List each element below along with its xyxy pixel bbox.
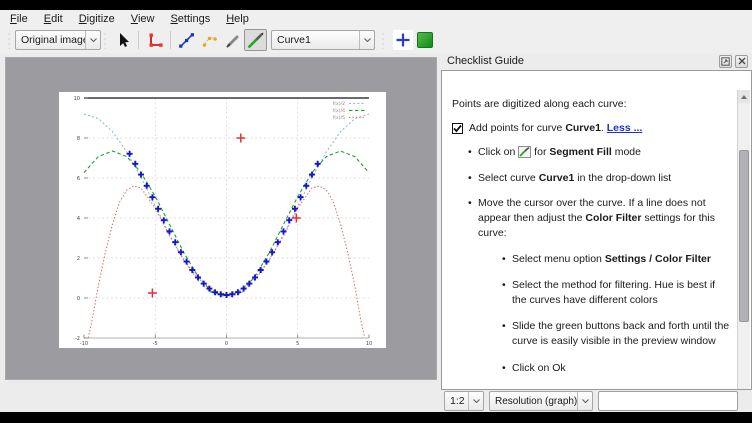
checklist-steps: Click on for Segment Fill mode Select cu… xyxy=(468,145,730,390)
checklist-item-add-points: Add points for curve Curve1. Less ... xyxy=(452,121,730,136)
svg-text:0: 0 xyxy=(77,296,80,302)
toolbar-handle xyxy=(381,31,387,49)
graph-plot[interactable]: 1086420-2-10-50510f(x)/2f(x)/4f(x)/5 xyxy=(59,92,386,348)
check-icon xyxy=(453,124,462,133)
chevron-down-icon[interactable] xyxy=(468,392,483,410)
bottom-black-bar xyxy=(0,412,752,423)
image-selector-value: Original image xyxy=(16,34,85,46)
graph-image[interactable]: 1086420-2-10-50510f(x)/2f(x)/4f(x)/5 xyxy=(59,92,386,348)
triangle-up-icon xyxy=(741,95,747,99)
menu-edit[interactable]: Edit xyxy=(36,12,71,26)
toolbar-handle xyxy=(7,31,13,49)
toolbar-handle xyxy=(103,31,109,49)
float-icon xyxy=(721,57,730,66)
color-picker-tool-button[interactable] xyxy=(221,29,244,51)
step-move-cursor: Move the cursor over the curve. If a lin… xyxy=(468,196,730,376)
step-segment-fill-mode: Click on for Segment Fill mode xyxy=(468,145,730,160)
menu-file[interactable]: File xyxy=(2,12,36,26)
add-points-checkbox[interactable] xyxy=(452,123,463,134)
curve-selector-value: Curve1 xyxy=(272,34,359,46)
checklist-intro: Points are digitized along each curve: xyxy=(452,97,730,112)
filter-color-indicator xyxy=(417,32,433,48)
close-icon xyxy=(738,57,746,65)
chevron-down-icon[interactable] xyxy=(577,392,592,410)
svg-text:f(x)/5: f(x)/5 xyxy=(333,115,345,121)
float-panel-button[interactable] xyxy=(719,55,732,68)
svg-text:2: 2 xyxy=(77,256,80,262)
point-match-icon xyxy=(200,31,219,50)
curve-selector-combobox[interactable]: Curve1 xyxy=(271,30,375,50)
menu-digitize[interactable]: Digitize xyxy=(71,12,123,26)
checklist-titlebar[interactable]: Checklist Guide xyxy=(441,52,752,70)
point-style-indicator xyxy=(393,30,413,50)
resolution-combobox[interactable]: Resolution (graph): xyxy=(489,391,593,411)
checklist-scrollbar[interactable] xyxy=(737,90,750,390)
menubar: File Edit Digitize View Settings Help xyxy=(0,10,752,27)
svg-text:10: 10 xyxy=(74,96,80,102)
checklist-guide-panel: Checklist Guide Points are digitized alo… xyxy=(441,52,752,390)
zoom-combobox[interactable]: 1:2 xyxy=(444,391,484,411)
segment-fill-mini-icon xyxy=(518,146,531,158)
image-selector-combobox[interactable]: Original image xyxy=(15,30,101,50)
less-link[interactable]: Less ... xyxy=(607,122,643,134)
toolbar: Original image xyxy=(0,27,752,53)
svg-text:10: 10 xyxy=(366,341,372,347)
menu-settings[interactable]: Settings xyxy=(162,12,218,26)
coordinates-input[interactable] xyxy=(598,391,738,411)
svg-text:4: 4 xyxy=(77,216,80,222)
substep-click-ok: Click on Ok xyxy=(502,361,730,376)
close-panel-button[interactable] xyxy=(735,55,748,68)
chevron-down-icon[interactable] xyxy=(85,31,100,49)
menu-help[interactable]: Help xyxy=(218,12,257,26)
segment-fill-tool-button[interactable] xyxy=(244,29,267,51)
app-window: File Edit Digitize View Settings Help Or… xyxy=(0,0,752,423)
curve-points-icon xyxy=(177,31,196,50)
zoom-value: 1:2 xyxy=(445,395,468,407)
svg-text:8: 8 xyxy=(77,136,80,142)
substep-filter-method: Select the method for filtering. Hue is … xyxy=(502,278,730,308)
digitizing-canvas[interactable]: 1086420-2-10-50510f(x)/2f(x)/4f(x)/5 xyxy=(5,57,437,380)
chevron-down-icon[interactable] xyxy=(359,31,374,49)
svg-text:0: 0 xyxy=(225,341,228,347)
select-tool-button[interactable] xyxy=(111,29,134,51)
svg-text:f(x)/2: f(x)/2 xyxy=(333,101,345,107)
substep-menu-option: Select menu option Settings / Color Filt… xyxy=(502,252,730,267)
step-select-curve: Select curve Curve1 in the drop-down lis… xyxy=(468,171,730,186)
statusbar: 1:2 Resolution (graph): xyxy=(0,390,752,412)
checklist-title: Checklist Guide xyxy=(447,55,524,67)
axis-point-tool-button[interactable] xyxy=(143,29,166,51)
segment-fill-icon xyxy=(246,31,265,50)
plus-icon xyxy=(395,32,411,48)
svg-text:-10: -10 xyxy=(80,341,88,347)
color-picker-icon xyxy=(223,31,242,50)
checklist-substeps: Select menu option Settings / Color Filt… xyxy=(502,252,730,376)
checklist-content: Points are digitized along each curve: A… xyxy=(441,70,752,390)
svg-text:-5: -5 xyxy=(153,341,158,347)
curve-point-tool-button[interactable] xyxy=(175,29,198,51)
svg-text:5: 5 xyxy=(296,341,299,347)
top-black-bar xyxy=(0,0,752,10)
axes-icon xyxy=(145,31,164,50)
menu-view[interactable]: View xyxy=(123,12,163,26)
substep-slide-buttons: Slide the green buttons back and forth u… xyxy=(502,319,730,349)
svg-text:f(x)/4: f(x)/4 xyxy=(333,108,345,114)
scroll-up-button[interactable] xyxy=(738,90,750,103)
point-match-tool-button[interactable] xyxy=(198,29,221,51)
svg-text:6: 6 xyxy=(77,176,80,182)
resolution-value: Resolution (graph): xyxy=(490,396,577,407)
scrollbar-thumb[interactable] xyxy=(739,150,749,322)
pointer-icon xyxy=(114,31,132,49)
